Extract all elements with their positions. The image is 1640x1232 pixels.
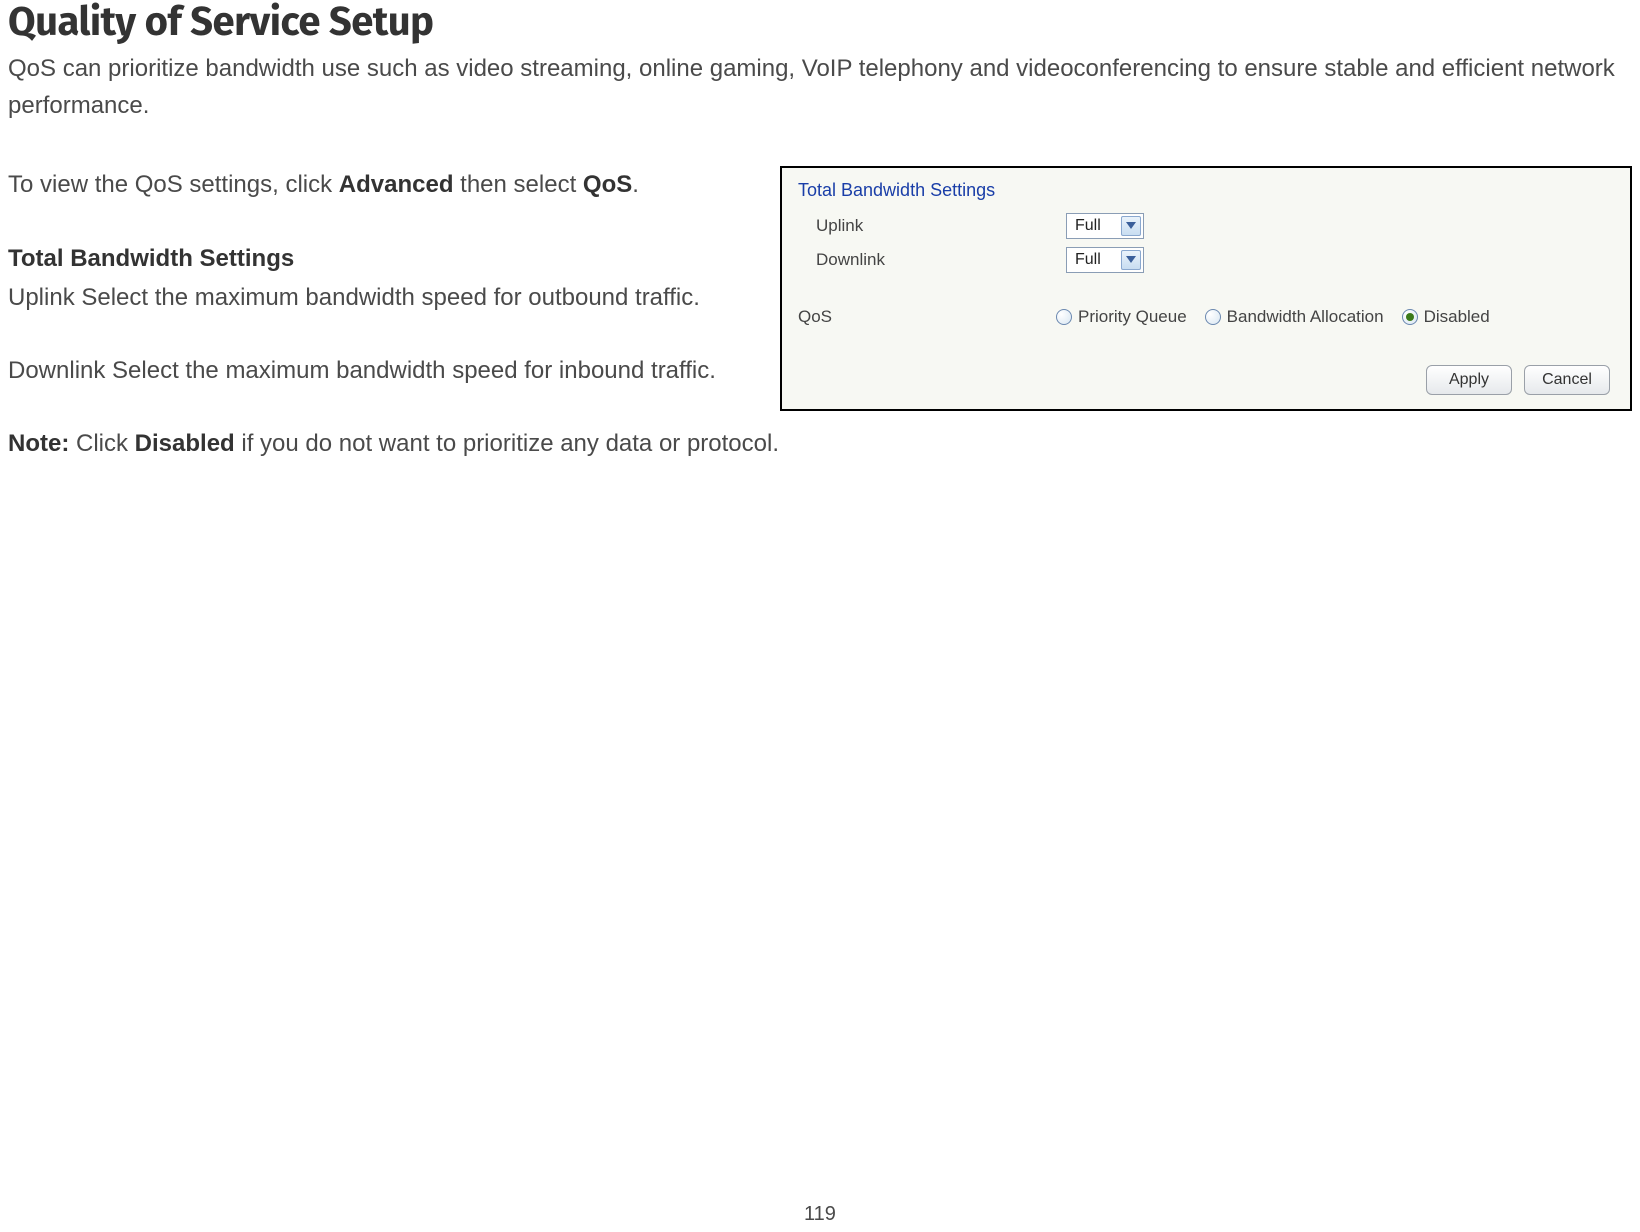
view-instructions: To view the QoS settings, click Advanced… xyxy=(8,166,768,203)
apply-button[interactable]: Apply xyxy=(1426,365,1512,395)
page-number: 119 xyxy=(0,1203,1640,1226)
page-title: Quality of Service Setup xyxy=(8,0,1632,44)
radio-label: Disabled xyxy=(1424,307,1490,327)
uplink-select-value: Full xyxy=(1075,217,1117,235)
intro-paragraph: QoS can prioritize bandwidth use such as… xyxy=(8,50,1632,124)
radio-icon xyxy=(1056,309,1072,325)
left-column: To view the QoS settings, click Advanced… xyxy=(8,166,768,425)
qos-row: QoS Priority Queue Bandwidth Allocation … xyxy=(782,279,1630,335)
note-bold: Disabled xyxy=(135,430,235,457)
downlink-select-value: Full xyxy=(1075,251,1117,269)
downlink-select[interactable]: Full xyxy=(1066,247,1144,273)
qos-settings-panel: Total Bandwidth Settings Uplink Full Dow… xyxy=(780,166,1632,411)
downlink-field-label: Downlink xyxy=(816,250,1066,270)
radio-icon xyxy=(1402,309,1418,325)
radio-disabled[interactable]: Disabled xyxy=(1402,307,1490,327)
view-suffix: . xyxy=(632,171,639,198)
note-suffix: if you do not want to prioritize any dat… xyxy=(235,430,779,457)
uplink-row: Uplink Full xyxy=(782,211,1630,245)
uplink-field-label: Uplink xyxy=(816,216,1066,236)
note-label: Note: xyxy=(8,430,69,457)
note-paragraph: Note: Click Disabled if you do not want … xyxy=(8,425,1632,462)
radio-icon xyxy=(1205,309,1221,325)
subheading-total-bandwidth: Total Bandwidth Settings xyxy=(8,240,768,277)
qos-radio-group: Priority Queue Bandwidth Allocation Disa… xyxy=(1056,307,1500,327)
uplink-select[interactable]: Full xyxy=(1066,213,1144,239)
panel-section-title: Total Bandwidth Settings xyxy=(782,168,1630,211)
downlink-row: Downlink Full xyxy=(782,245,1630,279)
qos-field-label: QoS xyxy=(798,307,1056,327)
downlink-description: Downlink Select the maximum bandwidth sp… xyxy=(8,352,768,389)
radio-priority-queue[interactable]: Priority Queue xyxy=(1056,307,1187,327)
radio-label: Priority Queue xyxy=(1078,307,1187,327)
advanced-label: Advanced xyxy=(339,171,454,198)
chevron-down-icon[interactable] xyxy=(1121,216,1141,236)
chevron-down-icon[interactable] xyxy=(1121,250,1141,270)
note-prefix: Click xyxy=(69,430,134,457)
view-prefix: To view the QoS settings, click xyxy=(8,171,339,198)
uplink-description: Uplink Select the maximum bandwidth spee… xyxy=(8,279,768,316)
view-middle: then select xyxy=(454,171,583,198)
cancel-button[interactable]: Cancel xyxy=(1524,365,1610,395)
radio-label: Bandwidth Allocation xyxy=(1227,307,1384,327)
qos-label-text: QoS xyxy=(583,171,632,198)
panel-button-row: Apply Cancel xyxy=(782,335,1630,395)
radio-bandwidth-allocation[interactable]: Bandwidth Allocation xyxy=(1205,307,1384,327)
